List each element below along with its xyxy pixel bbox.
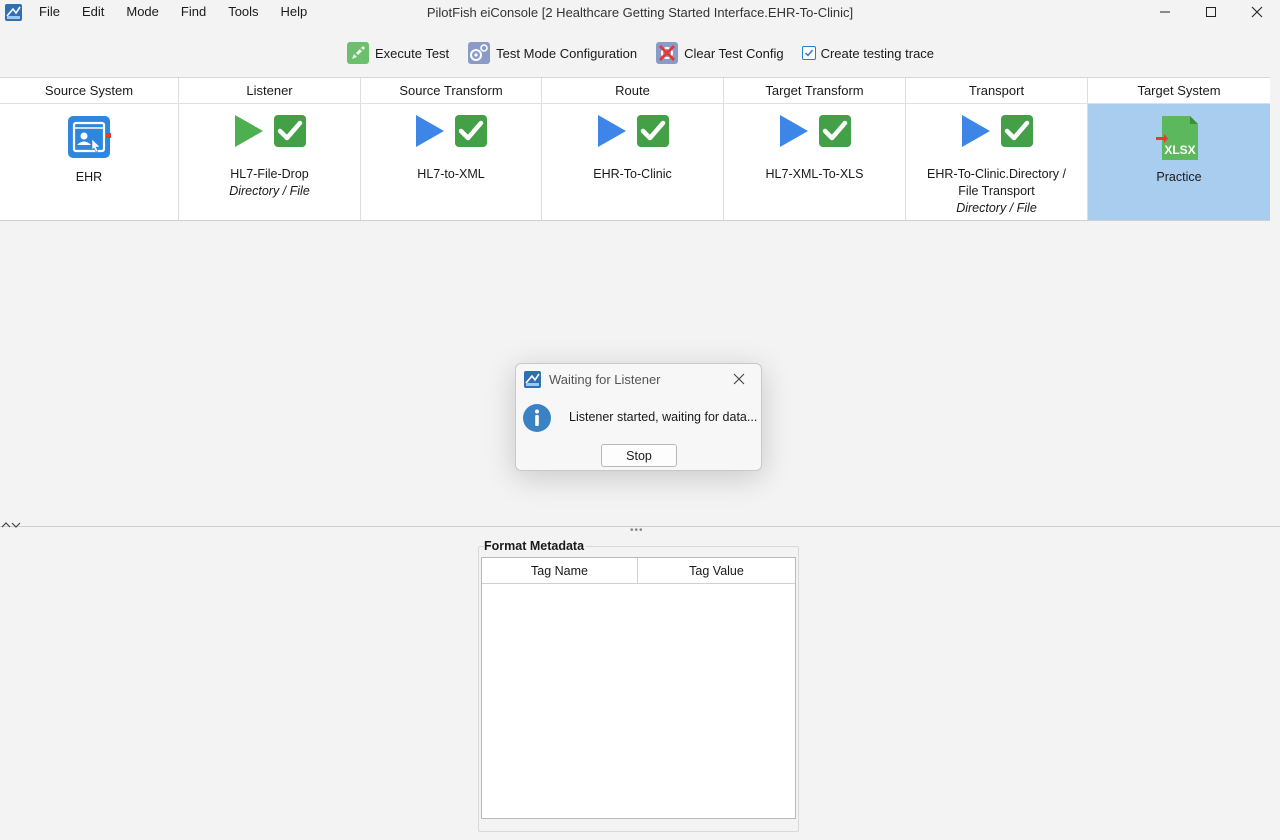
stage-label: HL7-to-XML [417, 167, 485, 181]
xlsx-icon-text: XLSX [1164, 143, 1195, 157]
minimize-icon [1160, 11, 1170, 13]
test-mode-config-button[interactable]: Test Mode Configuration [465, 39, 639, 67]
waiting-for-listener-dialog: Waiting for Listener Listener started, w… [515, 363, 762, 471]
execute-test-label: Execute Test [374, 45, 450, 61]
stage-listener[interactable]: HL7-File-Drop Directory / File [179, 104, 361, 220]
check-box-icon [636, 115, 669, 147]
clear-config-icon [656, 42, 679, 64]
create-trace-label: Create testing trace [820, 45, 935, 61]
stage-transport[interactable]: EHR-To-Clinic.Directory / File Transport… [906, 104, 1088, 220]
splitter-collapse-controls[interactable] [1, 520, 21, 532]
column-tag-name[interactable]: Tag Name [482, 558, 638, 583]
menu-find[interactable]: Find [170, 0, 217, 24]
close-window-button[interactable] [1234, 0, 1280, 24]
stop-button[interactable]: Stop [601, 444, 677, 467]
check-box-icon [818, 115, 851, 147]
dialog-title: Waiting for Listener [549, 372, 661, 387]
minimize-button[interactable] [1142, 0, 1188, 24]
stage-header-row: Source System Listener Source Transform … [0, 77, 1270, 104]
stage-sublabel: Directory / File [229, 184, 310, 198]
rocket-icon [346, 42, 369, 64]
chevron-down-icon[interactable] [11, 521, 21, 529]
header-listener: Listener [179, 78, 361, 103]
test-mode-config-label: Test Mode Configuration [496, 45, 638, 61]
dialog-close-button[interactable] [730, 370, 748, 388]
header-source-transform: Source Transform [361, 78, 542, 103]
maximize-button[interactable] [1188, 0, 1234, 24]
execute-test-button[interactable]: Execute Test [344, 39, 451, 67]
chevron-up-icon[interactable] [1, 521, 11, 529]
header-target-system: Target System [1137, 83, 1221, 98]
create-trace-checkbox[interactable] [801, 46, 816, 60]
header-route: Route [542, 78, 724, 103]
ehr-app-icon [68, 116, 111, 158]
maximize-icon [1206, 7, 1216, 17]
stage-row: EHR HL7-File-Drop Directory / File HL7-t… [0, 104, 1270, 221]
check-box-icon [273, 115, 306, 147]
clear-test-config-button[interactable]: Clear Test Config [653, 39, 785, 67]
check-box-icon [1000, 115, 1033, 147]
stage-target-transform[interactable]: HL7-XML-To-XLS [724, 104, 906, 220]
window-controls [1142, 0, 1280, 24]
create-trace-toggle[interactable]: Create testing trace [800, 39, 936, 67]
stage-label-line2: File Transport [958, 184, 1035, 198]
format-metadata-table[interactable]: Tag Name Tag Value [481, 557, 796, 819]
stage-source-system[interactable]: EHR [0, 104, 179, 220]
dialog-message: Listener started, waiting for data... [569, 410, 758, 424]
menu-edit[interactable]: Edit [71, 0, 115, 24]
xlsx-file-icon: XLSX [1156, 116, 1198, 160]
stage-label: Practice [1156, 170, 1202, 184]
stage-label: EHR-To-Clinic.Directory / [927, 167, 1066, 181]
title-bar: File Edit Mode Find Tools Help PilotFish… [0, 0, 1280, 26]
stage-source-transform[interactable]: HL7-to-XML [361, 104, 542, 220]
config-gear-icon [468, 42, 491, 64]
menu-help[interactable]: Help [270, 0, 319, 24]
info-icon [523, 404, 551, 432]
stage-label: EHR [75, 170, 103, 184]
stage-label: HL7-File-Drop [230, 167, 309, 181]
stage-label: HL7-XML-To-XLS [765, 167, 864, 181]
pilotfish-app-icon [5, 4, 22, 21]
menu-file[interactable]: File [28, 0, 71, 24]
play-green-icon [234, 115, 263, 147]
format-metadata-title: Format Metadata [484, 539, 587, 553]
menu-mode[interactable]: Mode [115, 0, 170, 24]
header-transport: Transport [906, 78, 1088, 103]
stage-target-system[interactable]: XLSX Practice [1088, 104, 1270, 220]
menu-bar: File Edit Mode Find Tools Help [28, 0, 318, 24]
test-toolbar: Execute Test Test Mode Configuration Cle… [0, 38, 1280, 68]
close-icon [1251, 6, 1263, 18]
column-tag-value[interactable]: Tag Value [638, 558, 795, 583]
right-margin [1270, 77, 1280, 527]
stage-sublabel: Directory / File [956, 201, 1037, 215]
play-blue-icon [779, 115, 808, 147]
table-header: Tag Name Tag Value [482, 558, 795, 584]
play-blue-icon [416, 115, 444, 147]
pilotfish-app-icon [524, 371, 541, 388]
close-icon [733, 373, 745, 385]
stage-route[interactable]: EHR-To-Clinic [542, 104, 724, 220]
stage-label: EHR-To-Clinic [593, 167, 672, 181]
play-blue-icon [597, 115, 626, 147]
checkmark-icon [804, 49, 813, 57]
header-source-system: Source System [0, 78, 179, 103]
play-blue-icon [961, 115, 990, 147]
clear-test-config-label: Clear Test Config [684, 45, 784, 61]
header-target-transform: Target Transform [724, 78, 906, 103]
check-box-icon [455, 115, 487, 147]
menu-tools[interactable]: Tools [217, 0, 269, 24]
